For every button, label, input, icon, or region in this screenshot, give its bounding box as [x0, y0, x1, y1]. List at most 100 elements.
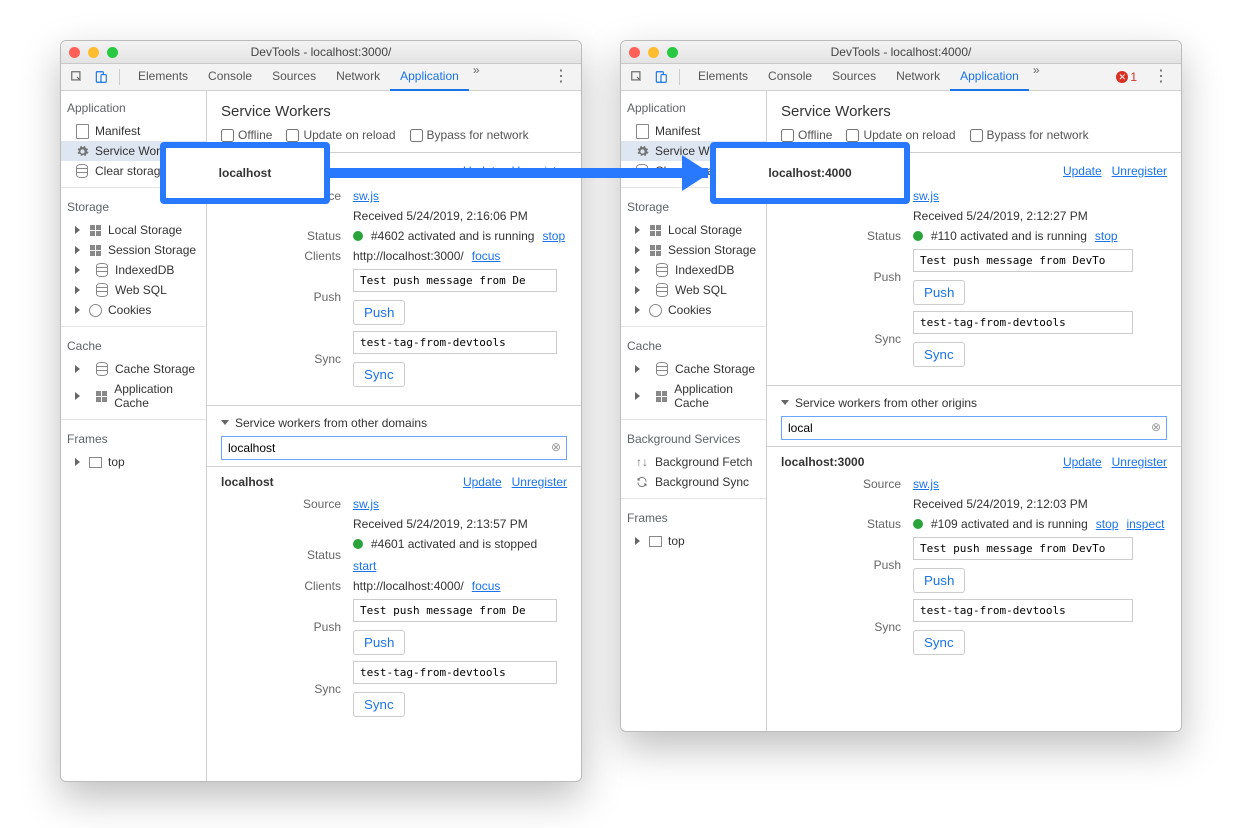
push-label: Push: [781, 558, 913, 572]
sync-button[interactable]: Sync: [913, 630, 965, 655]
sw-block-other: localhost:3000 Update Unregister Sources…: [767, 446, 1181, 673]
clear-icon[interactable]: ⊗: [1151, 420, 1161, 434]
tab-sources[interactable]: Sources: [822, 63, 886, 89]
sidebar-head-cache: Cache: [61, 333, 206, 359]
device-toggle-icon[interactable]: [651, 67, 671, 87]
sync-input[interactable]: [353, 661, 557, 684]
source-link[interactable]: sw.js: [913, 189, 939, 203]
status-dot-icon: [353, 231, 363, 241]
inspect-link[interactable]: inspect: [1126, 517, 1164, 531]
tabs-overflow-icon[interactable]: »: [469, 63, 484, 91]
sidebar-item-manifest[interactable]: Manifest: [621, 121, 766, 141]
other-origin: localhost: [221, 475, 274, 489]
sidebar-item-cookies[interactable]: Cookies: [621, 300, 766, 320]
tab-elements[interactable]: Elements: [688, 63, 758, 89]
bypass-checkbox[interactable]: Bypass for network: [970, 128, 1089, 142]
sidebar-item-websql[interactable]: Web SQL: [621, 280, 766, 300]
update-link[interactable]: Update: [1063, 455, 1102, 469]
sidebar-item-app-cache[interactable]: Application Cache: [621, 379, 766, 413]
push-label: Push: [221, 620, 353, 634]
status-text: #109 activated and is running: [931, 517, 1088, 531]
inspect-icon[interactable]: [627, 67, 647, 87]
tab-console[interactable]: Console: [758, 63, 822, 89]
received-time: Received 5/24/2019, 2:12:03 PM: [913, 497, 1088, 511]
stop-link[interactable]: stop: [1095, 229, 1118, 243]
sidebar-item-local-storage[interactable]: Local Storage: [621, 220, 766, 240]
sidebar-head-cache: Cache: [621, 333, 766, 359]
sidebar-item-session-storage[interactable]: Session Storage: [621, 240, 766, 260]
push-input[interactable]: [913, 249, 1133, 272]
filter-input[interactable]: [221, 436, 567, 460]
tab-network[interactable]: Network: [326, 63, 390, 89]
tab-application[interactable]: Application: [390, 63, 469, 91]
bypass-checkbox[interactable]: Bypass for network: [410, 128, 529, 142]
status-dot-icon: [913, 231, 923, 241]
push-button[interactable]: Push: [913, 568, 965, 593]
source-link[interactable]: sw.js: [353, 497, 379, 511]
sidebar-item-indexeddb[interactable]: IndexedDB: [61, 260, 206, 280]
sidebar-item-session-storage[interactable]: Session Storage: [61, 240, 206, 260]
sidebar-item-websql[interactable]: Web SQL: [61, 280, 206, 300]
sidebar-item-bg-fetch[interactable]: ↑↓Background Fetch: [621, 452, 766, 472]
device-toggle-icon[interactable]: [91, 67, 111, 87]
focus-link[interactable]: focus: [472, 249, 501, 263]
tab-sources[interactable]: Sources: [262, 63, 326, 89]
sidebar-item-cache-storage[interactable]: Cache Storage: [621, 359, 766, 379]
titlebar: DevTools - localhost:4000/: [621, 41, 1181, 64]
push-input[interactable]: [353, 269, 557, 292]
received-time: Received 5/24/2019, 2:12:27 PM: [913, 209, 1088, 223]
push-input[interactable]: [913, 537, 1133, 560]
update-on-reload-checkbox[interactable]: Update on reload: [846, 128, 955, 142]
push-input[interactable]: [353, 599, 557, 622]
sidebar-item-local-storage[interactable]: Local Storage: [61, 220, 206, 240]
sidebar-item-manifest[interactable]: Manifest: [61, 121, 206, 141]
filter-input[interactable]: [781, 416, 1167, 440]
stop-link[interactable]: stop: [1096, 517, 1119, 531]
other-sw-header[interactable]: Service workers from other origins: [767, 385, 1181, 416]
devtools-toolbar: Elements Console Sources Network Applica…: [621, 64, 1181, 91]
other-sw-header[interactable]: Service workers from other domains: [207, 405, 581, 436]
sidebar-item-cookies[interactable]: Cookies: [61, 300, 206, 320]
update-link[interactable]: Update: [1063, 164, 1102, 178]
sidebar-item-indexeddb[interactable]: IndexedDB: [621, 260, 766, 280]
update-link[interactable]: Update: [463, 475, 502, 489]
error-badge[interactable]: ✕1: [1116, 70, 1137, 84]
inspect-icon[interactable]: [67, 67, 87, 87]
tab-console[interactable]: Console: [198, 63, 262, 89]
sync-button[interactable]: Sync: [913, 342, 965, 367]
tab-network[interactable]: Network: [886, 63, 950, 89]
sidebar-item-cache-storage[interactable]: Cache Storage: [61, 359, 206, 379]
tabs-overflow-icon[interactable]: »: [1029, 63, 1044, 91]
unregister-link[interactable]: Unregister: [1112, 164, 1167, 178]
start-link[interactable]: start: [353, 559, 376, 573]
unregister-link[interactable]: Unregister: [1112, 455, 1167, 469]
push-button[interactable]: Push: [353, 300, 405, 325]
status-label: Status: [781, 517, 913, 531]
status-label: Status: [221, 229, 353, 243]
focus-link[interactable]: focus: [472, 579, 501, 593]
source-link[interactable]: sw.js: [913, 477, 939, 491]
source-label: Source: [781, 477, 913, 491]
offline-checkbox[interactable]: Offline: [221, 128, 272, 142]
sync-input[interactable]: [913, 599, 1133, 622]
sidebar-item-bg-sync[interactable]: Background Sync: [621, 472, 766, 492]
push-button[interactable]: Push: [913, 280, 965, 305]
tab-application[interactable]: Application: [950, 63, 1029, 91]
update-on-reload-checkbox[interactable]: Update on reload: [286, 128, 395, 142]
sync-label: Sync: [781, 620, 913, 634]
clients-label: Clients: [221, 579, 353, 593]
stop-link[interactable]: stop: [542, 229, 565, 243]
sidebar-item-top[interactable]: top: [621, 531, 766, 551]
unregister-link[interactable]: Unregister: [512, 475, 567, 489]
sync-input[interactable]: [913, 311, 1133, 334]
source-link[interactable]: sw.js: [353, 189, 379, 203]
clear-icon[interactable]: ⊗: [551, 440, 561, 454]
sync-button[interactable]: Sync: [353, 362, 405, 387]
push-button[interactable]: Push: [353, 630, 405, 655]
offline-checkbox[interactable]: Offline: [781, 128, 832, 142]
sidebar-item-app-cache[interactable]: Application Cache: [61, 379, 206, 413]
sidebar-item-top[interactable]: top: [61, 452, 206, 472]
sync-button[interactable]: Sync: [353, 692, 405, 717]
sync-input[interactable]: [353, 331, 557, 354]
tab-elements[interactable]: Elements: [128, 63, 198, 89]
